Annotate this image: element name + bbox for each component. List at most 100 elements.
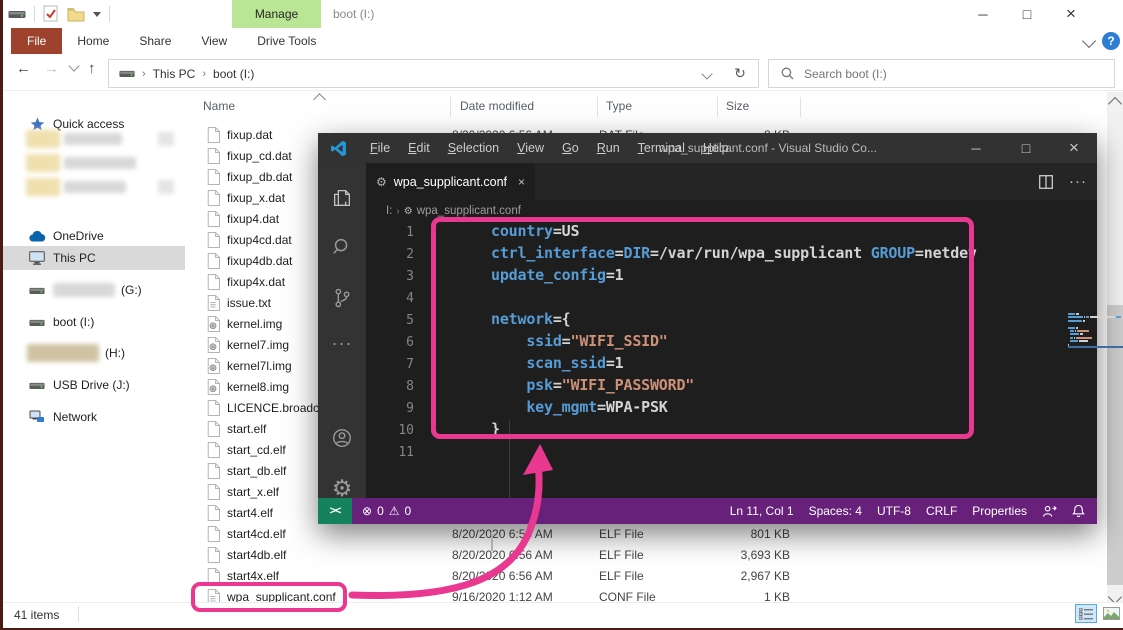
column-divider[interactable] (597, 97, 598, 117)
sidebar-item-onedrive[interactable]: OneDrive (3, 224, 185, 248)
minimap-line (1068, 346, 1123, 348)
source-control-icon[interactable] (318, 278, 366, 318)
properties-check-icon[interactable] (43, 5, 59, 23)
column-header-name[interactable]: Name (203, 99, 235, 113)
sidebar-item-this-pc[interactable]: This PC (3, 246, 185, 270)
explorer-close-button[interactable]: × (1049, 0, 1093, 28)
minimap-token (1068, 320, 1082, 322)
errors-icon[interactable]: ⊗ (362, 504, 372, 518)
column-header-date[interactable]: Date modified (460, 99, 534, 113)
up-button[interactable]: ↑ (88, 60, 96, 77)
new-folder-icon[interactable] (67, 7, 85, 22)
details-view-button[interactable] (1075, 604, 1097, 623)
status-ln-11-col-1[interactable]: Ln 11, Col 1 (730, 504, 794, 518)
explorer-maximize-button[interactable]: □ (1005, 0, 1049, 28)
more-views-icon[interactable]: ··· (318, 323, 366, 363)
vscode-close-button[interactable]: × (1051, 133, 1097, 163)
search-view-icon[interactable] (318, 227, 366, 267)
sidebar-item-g[interactable]: (G:) (3, 278, 185, 302)
errors-count[interactable]: 0 (377, 504, 384, 518)
ribbon-tab-view[interactable]: View (186, 28, 242, 54)
menu-go[interactable]: Go (553, 141, 588, 155)
sidebar-item-network[interactable]: Network (3, 405, 185, 429)
breadcrumb-chevron-icon: › (396, 206, 399, 217)
drive-icon (8, 8, 26, 20)
file-name: kernel8.img (227, 380, 289, 394)
file-row-start4db-elf[interactable]: start4db.elf8/20/2020 6:56 AMELF File3,6… (203, 544, 793, 565)
quick-access-toolbar (8, 0, 110, 28)
redacted-pinned-folder (26, 178, 60, 196)
address-dropdown-icon[interactable] (701, 68, 712, 79)
thumbnail-view-button[interactable] (1100, 604, 1122, 623)
file-plain-icon (206, 274, 220, 290)
column-divider[interactable] (800, 97, 801, 117)
vscode-minimize-button[interactable]: ─ (953, 133, 999, 163)
account-icon[interactable] (318, 418, 366, 458)
code-highlight-box (431, 217, 974, 439)
file-name: fixup4x.dat (227, 275, 285, 289)
toolbar-dropdown-icon[interactable] (93, 12, 101, 17)
menu-view[interactable]: View (508, 141, 553, 155)
column-divider[interactable] (717, 97, 718, 117)
file-highlight-box (191, 582, 347, 612)
warnings-icon[interactable]: ⚠ (389, 504, 400, 518)
forward-button[interactable]: → (44, 60, 59, 77)
minimap-token (1079, 340, 1087, 342)
tab-wpa-supplicant-conf[interactable]: ⚙ wpa_supplicant.conf × (366, 163, 535, 200)
file-plain-icon (206, 547, 220, 563)
redacted-label (27, 344, 99, 362)
ribbon-tab-home[interactable]: Home (62, 28, 124, 54)
sidebar-item-h[interactable]: (H:) (3, 341, 185, 365)
breadcrumb-this-pc[interactable]: This PC (153, 67, 196, 81)
breadcrumb-filename[interactable]: wpa_supplicant.conf (417, 205, 521, 217)
explorer-titlebar: Manage boot (I:) ─ □ × (3, 0, 1123, 28)
sidebar-item-boot-i[interactable]: boot (I:) (3, 310, 185, 334)
file-plain-icon (206, 190, 220, 206)
split-editor-icon[interactable] (1039, 175, 1053, 189)
file-row-start4cd-elf[interactable]: start4cd.elf8/20/2020 6:56 AMELF File801… (203, 523, 793, 544)
menu-edit[interactable]: Edit (399, 141, 439, 155)
redacted-badge (158, 180, 174, 194)
status-crlf[interactable]: CRLF (926, 504, 957, 518)
search-box[interactable] (768, 59, 1115, 88)
back-button[interactable]: ← (16, 60, 31, 77)
column-header-type[interactable]: Type (606, 99, 632, 113)
ribbon-tab-file[interactable]: File (11, 28, 62, 54)
warnings-count[interactable]: 0 (405, 504, 412, 518)
search-input[interactable] (802, 66, 1114, 82)
status-spaces-4[interactable]: Spaces: 4 (809, 504, 862, 518)
vscode-maximize-button[interactable]: □ (1003, 133, 1049, 163)
help-button[interactable]: ? (1102, 32, 1120, 50)
breadcrumb-drive[interactable]: I: (386, 205, 392, 217)
ribbon-tab-drive-tools[interactable]: Drive Tools (242, 28, 331, 54)
minimap-token (1068, 330, 1069, 332)
redacted-label (64, 157, 136, 169)
menu-selection[interactable]: Selection (439, 141, 508, 155)
remote-indicator[interactable]: >< (318, 498, 352, 524)
feedback-icon[interactable] (1042, 505, 1057, 518)
file-plain-icon (206, 505, 220, 521)
file-name: fixup4.dat (227, 212, 279, 226)
ribbon-tab-manage[interactable]: Manage (232, 0, 321, 28)
minimap-token (1068, 316, 1083, 318)
explorer-minimize-button[interactable]: ─ (961, 0, 1005, 28)
minimap-line (1068, 327, 1123, 329)
tab-close-icon[interactable]: × (518, 175, 525, 189)
editor-actions-more-icon[interactable]: ··· (1069, 173, 1087, 190)
status-utf-8[interactable]: UTF-8 (877, 504, 911, 518)
breadcrumb-boot-drive[interactable]: boot (I:) (213, 67, 254, 81)
minimap[interactable] (1068, 313, 1123, 350)
ribbon-tab-share[interactable]: Share (124, 28, 186, 54)
status-properties[interactable]: Properties (972, 504, 1027, 518)
explorer-view-icon[interactable] (318, 178, 366, 218)
address-bar[interactable]: › This PC › boot (I:) (108, 59, 724, 88)
notifications-bell-icon[interactable] (1072, 504, 1085, 518)
file-disc-icon (206, 316, 220, 332)
column-header-size[interactable]: Size (726, 99, 749, 113)
menu-file[interactable]: File (361, 141, 399, 155)
sidebar-item-usb-drive-j[interactable]: USB Drive (J:) (3, 373, 185, 397)
redacted-pinned-folder (26, 154, 60, 172)
file-date: 8/20/2020 6:56 AM (452, 548, 599, 562)
column-divider[interactable] (450, 97, 451, 117)
refresh-button[interactable]: ↻ (722, 59, 759, 88)
